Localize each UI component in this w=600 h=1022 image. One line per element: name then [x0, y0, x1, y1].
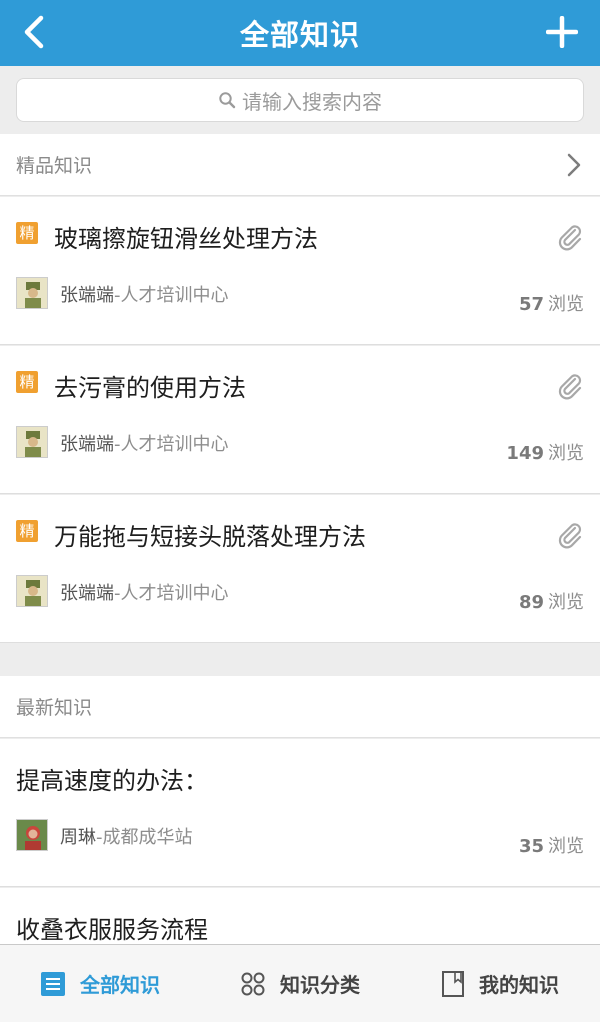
list-item[interactable]: 精 去污膏的使用方法 张端端-人才培训中心 149 浏览: [0, 346, 600, 494]
item-title: 去污膏的使用方法: [54, 374, 246, 402]
bottom-tab-bar: 全部知识 知识分类 我的知识: [0, 944, 600, 1022]
avatar: [16, 819, 48, 851]
tab-label: 我的知识: [479, 973, 559, 997]
featured-badge: 精: [16, 520, 38, 542]
search-bar: 请输入搜索内容: [0, 66, 600, 134]
tab-label: 知识分类: [280, 973, 360, 997]
top-bar: 全部知识: [0, 0, 600, 66]
list-icon: [40, 971, 66, 997]
tab-my-knowledge[interactable]: 我的知识: [400, 945, 600, 1022]
author-org: -人才培训中心: [114, 434, 229, 455]
author-org: -人才培训中心: [114, 583, 229, 604]
view-count: 149 浏览: [506, 443, 584, 464]
featured-badge: 精: [16, 371, 38, 393]
author-name: 张端端: [60, 434, 114, 455]
avatar: [16, 426, 48, 458]
view-count: 35 浏览: [518, 836, 584, 857]
search-placeholder: 请输入搜索内容: [242, 89, 382, 114]
avatar: [16, 277, 48, 309]
chevron-right-icon: [567, 153, 581, 177]
item-title: 收叠衣服服务流程: [16, 916, 208, 944]
featured-badge: 精: [16, 222, 38, 244]
section-title: 最新知识: [16, 697, 93, 719]
search-input[interactable]: 请输入搜索内容: [16, 78, 584, 122]
search-icon: [218, 91, 236, 109]
tab-label: 全部知识: [80, 973, 160, 997]
item-title: 万能拖与短接头脱落处理方法: [54, 523, 366, 551]
author-name: 周琳: [60, 827, 96, 848]
latest-section-header: 最新知识: [0, 676, 600, 738]
paperclip-icon: [558, 225, 582, 251]
author-org: -成都成华站: [96, 827, 193, 848]
author-name: 张端端: [60, 285, 114, 306]
paperclip-icon: [558, 523, 582, 549]
list-item[interactable]: 收叠衣服服务流程: [0, 888, 600, 948]
author-org: -人才培训中心: [114, 285, 229, 306]
page-title: 全部知识: [239, 18, 360, 52]
view-count: 57 浏览: [518, 294, 584, 315]
plus-icon: [546, 16, 578, 48]
back-button[interactable]: [14, 12, 54, 52]
tab-categories[interactable]: 知识分类: [200, 945, 400, 1022]
paperclip-icon: [558, 374, 582, 400]
list-item[interactable]: 精 玻璃擦旋钮滑丝处理方法 张端端-人才培训中心 57 浏览: [0, 197, 600, 345]
bookmark-icon: [441, 970, 465, 997]
tab-all-knowledge[interactable]: 全部知识: [0, 945, 200, 1022]
list-item[interactable]: 精 万能拖与短接头脱落处理方法 张端端-人才培训中心 89 浏览: [0, 495, 600, 643]
list-item[interactable]: 提高速度的办法： 周琳-成都成华站 35 浏览: [0, 739, 600, 887]
section-title: 精品知识: [16, 155, 93, 177]
add-button[interactable]: [542, 12, 582, 52]
avatar: [16, 575, 48, 607]
view-count: 89 浏览: [518, 592, 584, 613]
item-title: 玻璃擦旋钮滑丝处理方法: [54, 225, 318, 253]
item-title: 提高速度的办法：: [16, 767, 208, 795]
featured-section-header[interactable]: 精品知识: [0, 134, 600, 196]
author-name: 张端端: [60, 583, 114, 604]
chevron-left-icon: [24, 15, 44, 49]
grid-icon: [240, 971, 266, 997]
